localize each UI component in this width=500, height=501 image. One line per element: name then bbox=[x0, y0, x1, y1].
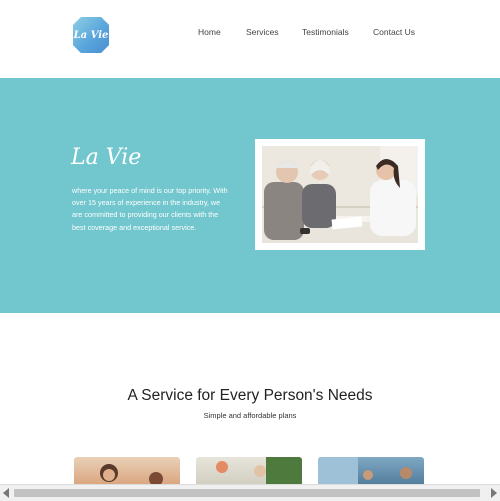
service-card-2-illustration bbox=[216, 457, 302, 487]
hero-photo-frame bbox=[255, 139, 425, 250]
service-card-2-image[interactable] bbox=[196, 457, 302, 487]
consultation-photo-illustration bbox=[262, 146, 418, 243]
nav-services[interactable]: Services bbox=[246, 27, 279, 37]
service-card-1-illustration bbox=[100, 464, 163, 486]
hero-description: where your peace of mind is our top prio… bbox=[72, 186, 228, 232]
hero-photo bbox=[262, 146, 418, 243]
service-card-1-image[interactable] bbox=[74, 457, 180, 487]
scrollbar-thumb[interactable] bbox=[14, 489, 480, 497]
logo-text: La Vie bbox=[73, 29, 109, 41]
services-title: A Service for Every Person's Needs bbox=[127, 387, 373, 404]
site-header: La Vie Home Services Testimonials Contac… bbox=[0, 0, 500, 78]
scroll-left-arrow-icon[interactable] bbox=[3, 488, 9, 498]
horizontal-scrollbar[interactable] bbox=[0, 484, 500, 501]
nav-home[interactable]: Home bbox=[198, 27, 221, 37]
hero-section: La Vie where your peace of mind is our t… bbox=[0, 78, 500, 313]
service-card-3-illustration bbox=[318, 457, 412, 487]
services-subtitle: Simple and affordable plans bbox=[203, 411, 297, 420]
nav-contact-us[interactable]: Contact Us bbox=[373, 27, 415, 37]
scroll-right-arrow-icon[interactable] bbox=[491, 488, 497, 498]
site-logo[interactable]: La Vie bbox=[73, 17, 109, 53]
service-card-3-image[interactable] bbox=[318, 457, 424, 487]
nav-testimonials[interactable]: Testimonials bbox=[302, 27, 349, 37]
hero-title: La Vie bbox=[71, 145, 142, 170]
